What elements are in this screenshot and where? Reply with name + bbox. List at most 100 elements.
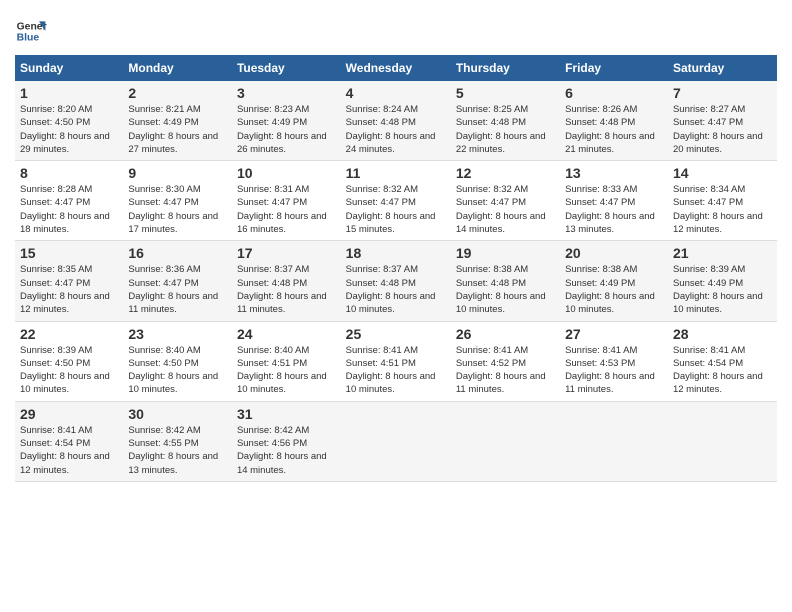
day-number: 30 [128, 406, 227, 422]
day-number: 7 [673, 85, 772, 101]
day-detail: Sunrise: 8:28 AMSunset: 4:47 PMDaylight:… [20, 184, 110, 235]
week-row-3: 15 Sunrise: 8:35 AMSunset: 4:47 PMDaylig… [15, 241, 777, 321]
header-day-saturday: Saturday [668, 55, 777, 81]
day-detail: Sunrise: 8:27 AMSunset: 4:47 PMDaylight:… [673, 104, 763, 155]
day-cell: 30 Sunrise: 8:42 AMSunset: 4:55 PMDaylig… [123, 401, 232, 481]
day-number: 27 [565, 326, 663, 342]
day-cell: 10 Sunrise: 8:31 AMSunset: 4:47 PMDaylig… [232, 161, 341, 241]
header-day-wednesday: Wednesday [341, 55, 451, 81]
day-cell: 5 Sunrise: 8:25 AMSunset: 4:48 PMDayligh… [451, 81, 560, 161]
day-cell: 8 Sunrise: 8:28 AMSunset: 4:47 PMDayligh… [15, 161, 123, 241]
day-cell [560, 401, 668, 481]
day-detail: Sunrise: 8:41 AMSunset: 4:54 PMDaylight:… [673, 345, 763, 396]
day-number: 6 [565, 85, 663, 101]
day-number: 19 [456, 245, 555, 261]
day-cell: 22 Sunrise: 8:39 AMSunset: 4:50 PMDaylig… [15, 321, 123, 401]
header-row: SundayMondayTuesdayWednesdayThursdayFrid… [15, 55, 777, 81]
day-cell [668, 401, 777, 481]
svg-text:Blue: Blue [17, 33, 40, 44]
day-number: 21 [673, 245, 772, 261]
day-number: 8 [20, 165, 118, 181]
day-cell: 6 Sunrise: 8:26 AMSunset: 4:48 PMDayligh… [560, 81, 668, 161]
header-day-tuesday: Tuesday [232, 55, 341, 81]
day-detail: Sunrise: 8:23 AMSunset: 4:49 PMDaylight:… [237, 104, 327, 155]
day-cell [341, 401, 451, 481]
day-cell: 15 Sunrise: 8:35 AMSunset: 4:47 PMDaylig… [15, 241, 123, 321]
day-cell: 14 Sunrise: 8:34 AMSunset: 4:47 PMDaylig… [668, 161, 777, 241]
day-cell: 7 Sunrise: 8:27 AMSunset: 4:47 PMDayligh… [668, 81, 777, 161]
day-detail: Sunrise: 8:37 AMSunset: 4:48 PMDaylight:… [237, 264, 327, 315]
day-detail: Sunrise: 8:31 AMSunset: 4:47 PMDaylight:… [237, 184, 327, 235]
day-detail: Sunrise: 8:36 AMSunset: 4:47 PMDaylight:… [128, 264, 218, 315]
header-day-thursday: Thursday [451, 55, 560, 81]
day-detail: Sunrise: 8:35 AMSunset: 4:47 PMDaylight:… [20, 264, 110, 315]
day-number: 29 [20, 406, 118, 422]
day-detail: Sunrise: 8:38 AMSunset: 4:48 PMDaylight:… [456, 264, 546, 315]
header-day-friday: Friday [560, 55, 668, 81]
day-detail: Sunrise: 8:41 AMSunset: 4:51 PMDaylight:… [346, 345, 436, 396]
day-detail: Sunrise: 8:40 AMSunset: 4:51 PMDaylight:… [237, 345, 327, 396]
day-cell: 2 Sunrise: 8:21 AMSunset: 4:49 PMDayligh… [123, 81, 232, 161]
day-number: 14 [673, 165, 772, 181]
day-detail: Sunrise: 8:32 AMSunset: 4:47 PMDaylight:… [346, 184, 436, 235]
day-detail: Sunrise: 8:41 AMSunset: 4:53 PMDaylight:… [565, 345, 655, 396]
day-detail: Sunrise: 8:33 AMSunset: 4:47 PMDaylight:… [565, 184, 655, 235]
day-detail: Sunrise: 8:21 AMSunset: 4:49 PMDaylight:… [128, 104, 218, 155]
day-number: 24 [237, 326, 336, 342]
day-number: 22 [20, 326, 118, 342]
week-row-4: 22 Sunrise: 8:39 AMSunset: 4:50 PMDaylig… [15, 321, 777, 401]
day-detail: Sunrise: 8:41 AMSunset: 4:52 PMDaylight:… [456, 345, 546, 396]
day-detail: Sunrise: 8:34 AMSunset: 4:47 PMDaylight:… [673, 184, 763, 235]
day-cell: 13 Sunrise: 8:33 AMSunset: 4:47 PMDaylig… [560, 161, 668, 241]
header-day-monday: Monday [123, 55, 232, 81]
day-number: 2 [128, 85, 227, 101]
day-number: 15 [20, 245, 118, 261]
day-number: 4 [346, 85, 446, 101]
day-number: 31 [237, 406, 336, 422]
day-detail: Sunrise: 8:26 AMSunset: 4:48 PMDaylight:… [565, 104, 655, 155]
day-number: 25 [346, 326, 446, 342]
day-cell: 27 Sunrise: 8:41 AMSunset: 4:53 PMDaylig… [560, 321, 668, 401]
day-detail: Sunrise: 8:25 AMSunset: 4:48 PMDaylight:… [456, 104, 546, 155]
day-cell: 24 Sunrise: 8:40 AMSunset: 4:51 PMDaylig… [232, 321, 341, 401]
logo: General Blue [15, 15, 47, 47]
day-number: 3 [237, 85, 336, 101]
day-number: 12 [456, 165, 555, 181]
day-number: 23 [128, 326, 227, 342]
day-cell: 3 Sunrise: 8:23 AMSunset: 4:49 PMDayligh… [232, 81, 341, 161]
day-detail: Sunrise: 8:42 AMSunset: 4:55 PMDaylight:… [128, 425, 218, 476]
day-cell: 4 Sunrise: 8:24 AMSunset: 4:48 PMDayligh… [341, 81, 451, 161]
day-number: 26 [456, 326, 555, 342]
day-cell: 31 Sunrise: 8:42 AMSunset: 4:56 PMDaylig… [232, 401, 341, 481]
day-cell: 9 Sunrise: 8:30 AMSunset: 4:47 PMDayligh… [123, 161, 232, 241]
day-cell [451, 401, 560, 481]
day-number: 16 [128, 245, 227, 261]
day-detail: Sunrise: 8:39 AMSunset: 4:50 PMDaylight:… [20, 345, 110, 396]
day-cell: 26 Sunrise: 8:41 AMSunset: 4:52 PMDaylig… [451, 321, 560, 401]
day-detail: Sunrise: 8:32 AMSunset: 4:47 PMDaylight:… [456, 184, 546, 235]
day-detail: Sunrise: 8:38 AMSunset: 4:49 PMDaylight:… [565, 264, 655, 315]
day-number: 20 [565, 245, 663, 261]
day-number: 17 [237, 245, 336, 261]
day-number: 28 [673, 326, 772, 342]
day-cell: 18 Sunrise: 8:37 AMSunset: 4:48 PMDaylig… [341, 241, 451, 321]
day-detail: Sunrise: 8:24 AMSunset: 4:48 PMDaylight:… [346, 104, 436, 155]
week-row-2: 8 Sunrise: 8:28 AMSunset: 4:47 PMDayligh… [15, 161, 777, 241]
page-header: General Blue [15, 15, 777, 47]
day-cell: 12 Sunrise: 8:32 AMSunset: 4:47 PMDaylig… [451, 161, 560, 241]
calendar-table: SundayMondayTuesdayWednesdayThursdayFrid… [15, 55, 777, 482]
day-number: 11 [346, 165, 446, 181]
day-number: 18 [346, 245, 446, 261]
day-cell: 16 Sunrise: 8:36 AMSunset: 4:47 PMDaylig… [123, 241, 232, 321]
day-cell: 11 Sunrise: 8:32 AMSunset: 4:47 PMDaylig… [341, 161, 451, 241]
day-detail: Sunrise: 8:40 AMSunset: 4:50 PMDaylight:… [128, 345, 218, 396]
day-number: 5 [456, 85, 555, 101]
day-number: 13 [565, 165, 663, 181]
day-cell: 29 Sunrise: 8:41 AMSunset: 4:54 PMDaylig… [15, 401, 123, 481]
week-row-5: 29 Sunrise: 8:41 AMSunset: 4:54 PMDaylig… [15, 401, 777, 481]
day-cell: 21 Sunrise: 8:39 AMSunset: 4:49 PMDaylig… [668, 241, 777, 321]
day-cell: 1 Sunrise: 8:20 AMSunset: 4:50 PMDayligh… [15, 81, 123, 161]
day-cell: 20 Sunrise: 8:38 AMSunset: 4:49 PMDaylig… [560, 241, 668, 321]
day-cell: 25 Sunrise: 8:41 AMSunset: 4:51 PMDaylig… [341, 321, 451, 401]
day-detail: Sunrise: 8:37 AMSunset: 4:48 PMDaylight:… [346, 264, 436, 315]
